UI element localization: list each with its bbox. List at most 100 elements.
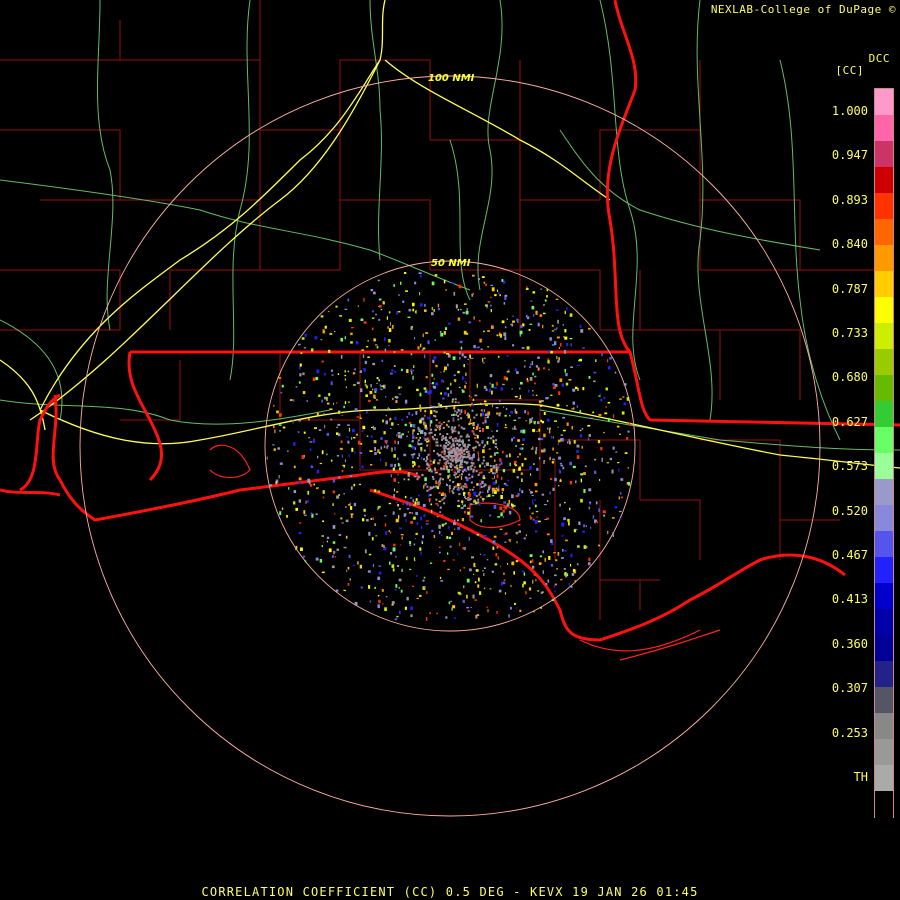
echo-gate [590, 526, 592, 529]
echo-gate [533, 463, 535, 465]
echo-gate [400, 281, 402, 285]
echo-gate [495, 553, 498, 557]
echo-gate [431, 435, 434, 438]
echo-gate [344, 336, 346, 340]
echo-gate [470, 357, 474, 359]
echo-gate [499, 458, 502, 462]
echo-gate [293, 501, 296, 505]
echo-gate [343, 405, 345, 409]
echo-gate [504, 541, 507, 543]
echo-gate [465, 486, 468, 489]
echo-gate [517, 492, 520, 497]
echo-gate [353, 384, 356, 386]
echo-gate [453, 292, 456, 296]
echo-gate [537, 356, 540, 359]
echo-gate [302, 372, 305, 376]
echo-gate [433, 356, 437, 360]
echo-gate [388, 311, 391, 314]
echo-gate [512, 320, 515, 323]
echo-gate [501, 581, 503, 586]
echo-gate [331, 374, 334, 376]
echo-gate [560, 579, 563, 581]
echo-gate [373, 291, 376, 295]
scale-swatch [875, 349, 893, 376]
echo-gate [316, 369, 320, 374]
echo-gate [543, 448, 546, 452]
echo-gate [585, 525, 587, 528]
echo-gate [594, 458, 597, 461]
echo-gate [445, 436, 447, 439]
echo-gate [312, 377, 316, 381]
echo-gate [460, 506, 464, 509]
echo-gate [576, 364, 580, 366]
echo-gate [310, 466, 314, 468]
echo-gate [434, 339, 436, 341]
echo-gate [495, 471, 498, 474]
echo-gate [372, 388, 374, 391]
echo-gate [469, 489, 471, 492]
echo-gate [465, 484, 468, 487]
echo-gate [319, 559, 323, 563]
echo-gate [620, 496, 623, 499]
echo-gate [491, 390, 493, 395]
echo-gate [457, 415, 460, 418]
echo-gate [454, 519, 456, 522]
echo-gate [394, 618, 398, 621]
echo-gate [410, 614, 413, 618]
echo-gate [419, 436, 421, 439]
echo-gate [520, 430, 523, 433]
echo-gate [345, 519, 349, 523]
echo-gate [376, 377, 379, 380]
echo-gate [377, 451, 379, 453]
echo-gate [493, 535, 497, 538]
echo-gate [547, 579, 550, 583]
echo-gate [463, 355, 467, 359]
echo-gate [412, 446, 415, 449]
echo-gate [338, 494, 341, 496]
echo-gate [429, 423, 431, 427]
echo-gate [447, 455, 450, 458]
echo-gate [481, 462, 484, 465]
credit-label: NEXLAB-College of DuPage © [710, 3, 896, 16]
echo-gate [479, 553, 481, 555]
echo-gate [532, 394, 534, 396]
echo-gate [368, 585, 371, 589]
echo-gate [399, 467, 402, 471]
scale-tick-label: 0.680 [831, 370, 868, 385]
echo-gate [422, 333, 424, 338]
echo-gate [395, 518, 399, 523]
echo-gate [344, 374, 347, 377]
echo-gate [556, 309, 559, 311]
echo-gate [533, 610, 535, 613]
echo-gate [495, 479, 497, 484]
echo-gate [595, 359, 597, 362]
echo-gate [470, 396, 472, 398]
echo-gate [391, 369, 394, 372]
echo-gate [372, 425, 374, 429]
echo-gate [412, 431, 414, 435]
echo-gate [572, 465, 576, 469]
echo-gate [616, 425, 620, 428]
echo-gate [438, 530, 441, 535]
echo-gate [473, 316, 475, 320]
echo-gate [324, 424, 326, 429]
echo-gate [403, 478, 406, 481]
echo-gate [279, 429, 281, 432]
echo-gate [443, 453, 446, 456]
echo-gate [385, 414, 388, 417]
echo-gate [310, 484, 313, 487]
echo-gate [523, 572, 526, 576]
echo-gate [435, 485, 438, 488]
echo-gate [453, 447, 456, 450]
echo-gate [457, 591, 461, 595]
echo-gate [423, 354, 426, 359]
echo-gate [501, 279, 504, 282]
echo-gate [454, 401, 457, 404]
echo-gate [386, 316, 388, 320]
echo-gate [561, 522, 565, 527]
echo-gate [504, 592, 507, 595]
echo-gate [518, 417, 521, 419]
echo-gate [431, 373, 434, 377]
echo-gate [502, 509, 505, 513]
echo-gate [563, 517, 566, 521]
